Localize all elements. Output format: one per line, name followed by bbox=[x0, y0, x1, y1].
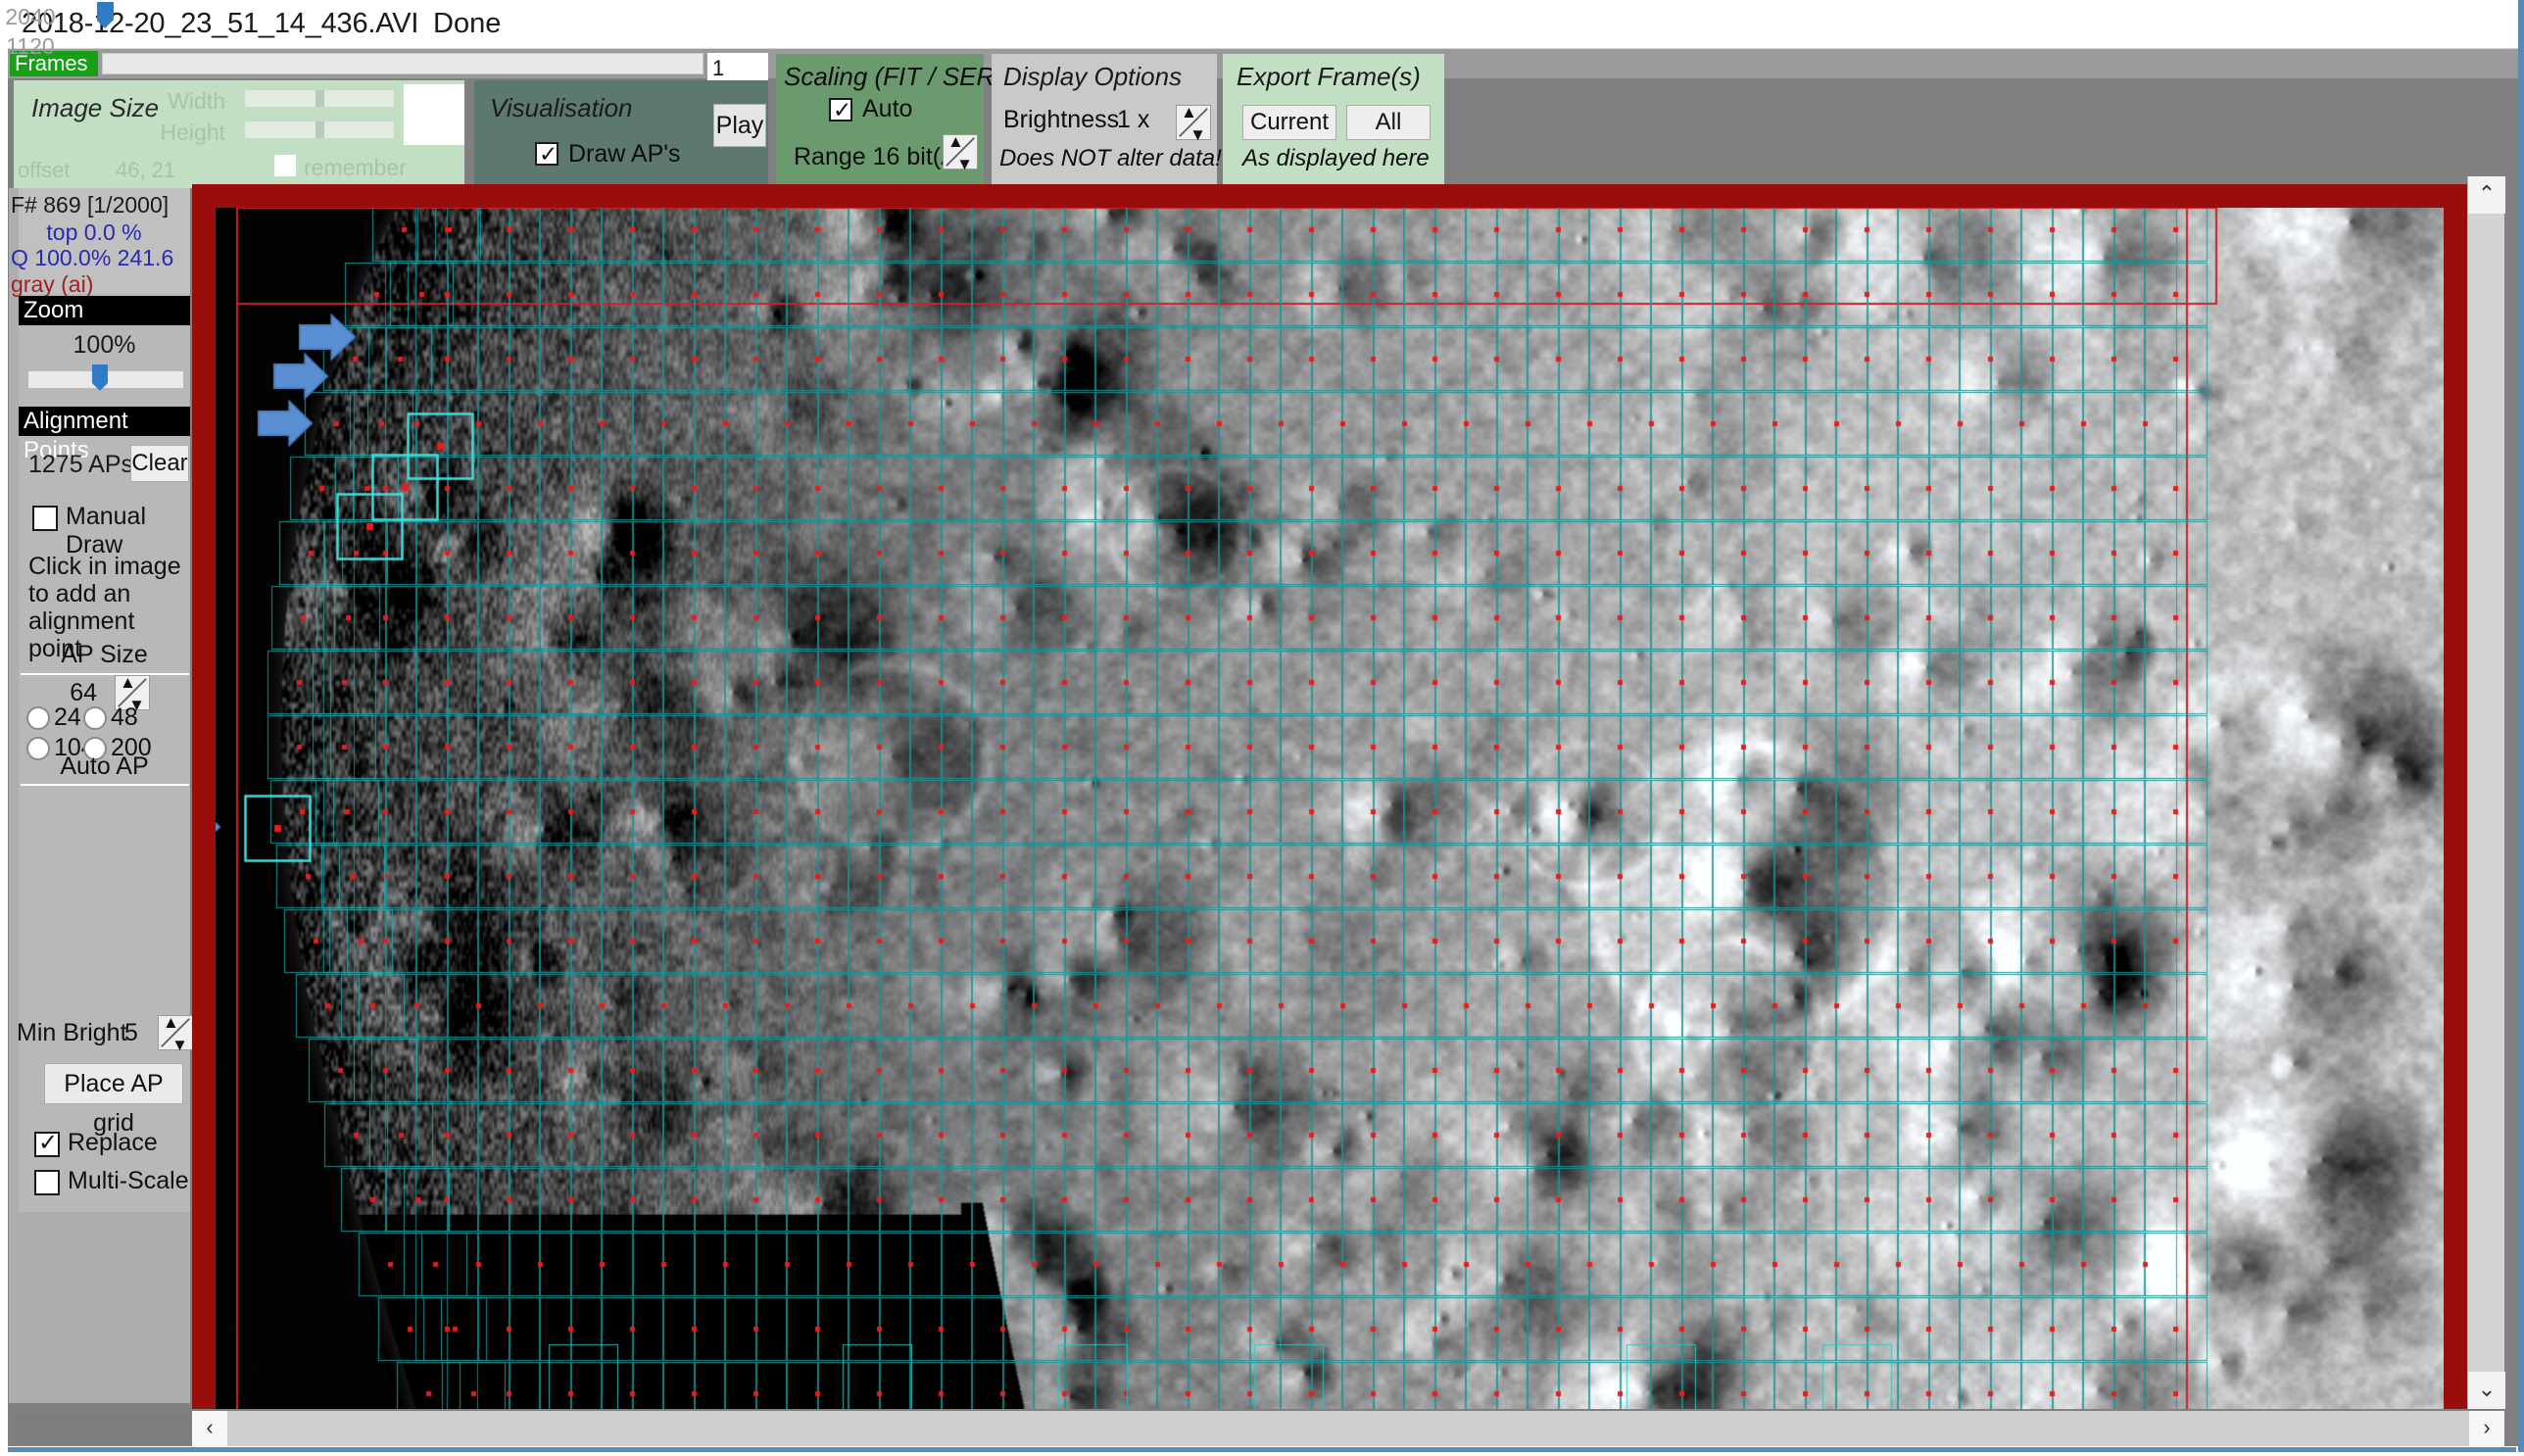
multi-scale-label: Multi-Scale bbox=[68, 1167, 189, 1194]
check-icon: ✓ bbox=[833, 97, 852, 122]
scroll-right-button[interactable]: › bbox=[2469, 1411, 2504, 1446]
replace-checkbox[interactable]: ✓ bbox=[34, 1130, 60, 1157]
left-sidebar: F# 869 [1/2000] top 0.0 % Q 100.0% 241.6… bbox=[9, 188, 193, 1403]
image-canvas-border bbox=[192, 184, 2467, 1409]
draw-aps-checkbox[interactable]: ✓ bbox=[535, 142, 558, 166]
window-left-edge bbox=[0, 0, 8, 1456]
manual-draw-label: Manual Draw bbox=[66, 503, 146, 558]
dimension-values-box bbox=[404, 84, 464, 145]
zoom-value: 100% bbox=[73, 331, 136, 359]
draw-aps-label: Draw AP's bbox=[568, 140, 681, 168]
scroll-up-button[interactable]: ⌃ bbox=[2468, 176, 2505, 214]
export-current-button[interactable]: Current bbox=[1242, 105, 1336, 140]
width-slider-knob bbox=[316, 90, 324, 107]
visualisation-title: Visualisation bbox=[490, 93, 633, 122]
title-bar: 2018-12-20_23_51_14_436.AVI Done bbox=[8, 0, 2518, 49]
frames-slider-track[interactable] bbox=[102, 53, 704, 74]
spinner-up-icon: ▲ bbox=[947, 132, 964, 151]
zoom-thumb-tip bbox=[92, 383, 108, 391]
height-value: 1120 bbox=[6, 33, 55, 59]
color-mode-info: gray (ai) bbox=[11, 271, 94, 297]
scrollbar-gutter bbox=[9, 1411, 192, 1446]
ap-count-label: 1275 APs bbox=[28, 451, 134, 478]
spinner-up-icon: ▲ bbox=[1181, 103, 1197, 121]
sidebar-left-strip bbox=[9, 188, 19, 1403]
spinner-down-icon: ▼ bbox=[171, 1036, 188, 1054]
zoom-slider-thumb[interactable] bbox=[92, 364, 108, 392]
brightness-label: Brightness bbox=[1003, 106, 1120, 133]
lunar-image-with-ap-grid[interactable] bbox=[216, 208, 2444, 1409]
ap-size-label: AP Size bbox=[61, 641, 148, 668]
offset-label: offset bbox=[18, 158, 71, 182]
min-bright-label: Min Bright bbox=[17, 1019, 127, 1046]
image-canvas-area[interactable] bbox=[216, 208, 2444, 1409]
frames-thumb-tip bbox=[97, 21, 113, 28]
min-bright-value: 5 bbox=[124, 1019, 138, 1046]
height-slider[interactable] bbox=[245, 121, 394, 138]
replace-label: Replace bbox=[68, 1129, 158, 1156]
multi-scale-checkbox[interactable] bbox=[34, 1170, 60, 1195]
range-spinner[interactable]: ▲ ▼ bbox=[943, 132, 978, 173]
spinner-down-icon: ▼ bbox=[1189, 125, 1206, 144]
ap-size-radio-48-label: 48 bbox=[111, 704, 138, 731]
export-all-button[interactable]: All bbox=[1346, 105, 1431, 140]
quality-info: Q 100.0% 241.6 bbox=[11, 245, 174, 270]
width-slider[interactable] bbox=[245, 90, 394, 107]
window-accent-right bbox=[2518, 0, 2524, 1452]
horizontal-scrollbar[interactable]: ‹ › bbox=[192, 1411, 2504, 1446]
manual-draw-checkbox[interactable] bbox=[32, 506, 58, 531]
alignment-points-header: Alignment Points bbox=[19, 407, 190, 463]
scaling-auto-checkbox[interactable]: ✓ bbox=[829, 98, 852, 121]
application-window: 2018-12-20_23_51_14_436.AVI Done Frames … bbox=[0, 0, 2524, 1456]
place-ap-grid-button[interactable]: Place AP grid bbox=[44, 1063, 183, 1137]
spinner-down-icon: ▼ bbox=[956, 155, 973, 173]
brightness-value: 1 x bbox=[1117, 106, 1150, 133]
ap-size-radio-48[interactable] bbox=[83, 706, 107, 730]
scaling-auto-label: Auto bbox=[862, 95, 913, 122]
remember-checkbox[interactable] bbox=[274, 155, 296, 176]
width-label: Width bbox=[168, 88, 225, 114]
ap-size-radio-24-label: 24 bbox=[54, 704, 81, 731]
zoom-section-header: Zoom bbox=[19, 296, 190, 325]
remember-label: remember bbox=[304, 155, 407, 180]
auto-ap-divider bbox=[21, 784, 189, 786]
display-options-note: Does NOT alter data! bbox=[999, 145, 1222, 171]
window-accent-bottom bbox=[8, 1447, 2516, 1452]
file-name-label: 2018-12-20_23_51_14_436.AVI bbox=[22, 8, 419, 39]
min-bright-spinner[interactable]: ▲ ▼ bbox=[158, 1013, 193, 1054]
status-label: Done bbox=[433, 8, 502, 39]
spinner-up-icon: ▲ bbox=[163, 1013, 179, 1032]
scroll-down-button[interactable]: ⌄ bbox=[2468, 1372, 2505, 1409]
frames-slider-thumb[interactable] bbox=[97, 2, 114, 28]
ap-size-radio-24[interactable] bbox=[26, 706, 50, 730]
offset-value: 46, 21 bbox=[116, 158, 176, 182]
height-slider-knob bbox=[316, 121, 324, 138]
display-options-title: Display Options bbox=[1003, 62, 1183, 91]
export-frames-title: Export Frame(s) bbox=[1237, 62, 1421, 91]
width-value: 2040 bbox=[5, 4, 56, 29]
ap-size-divider bbox=[21, 673, 189, 675]
play-button[interactable]: Play bbox=[713, 104, 766, 147]
frame-number-info: F# 869 [1/2000] bbox=[11, 192, 170, 218]
check-icon: ✓ bbox=[38, 1130, 59, 1156]
vertical-scrollbar[interactable]: ⌃ ⌄ bbox=[2467, 176, 2505, 1409]
sidebar-bottom-filler bbox=[19, 1212, 190, 1403]
scroll-left-button[interactable]: ‹ bbox=[192, 1411, 227, 1446]
top-percent-info: top 0.0 % bbox=[46, 219, 142, 245]
scrollbar-gutter-inner bbox=[17, 1413, 192, 1444]
horizontal-scroll-thumb[interactable] bbox=[227, 1411, 2432, 1446]
scaling-title: Scaling (FIT / SER) bbox=[784, 62, 1003, 91]
export-note: As displayed here bbox=[1242, 145, 1430, 171]
clear-aps-button[interactable]: Clear bbox=[130, 445, 189, 482]
spinner-up-icon: ▲ bbox=[120, 673, 136, 692]
auto-ap-label: Auto AP bbox=[60, 752, 149, 780]
scaling-range-label: Range 16 bit(A) bbox=[794, 143, 966, 170]
height-label: Height bbox=[160, 120, 225, 145]
frames-thumb-body bbox=[97, 2, 114, 21]
zoom-thumb-body bbox=[92, 364, 108, 383]
check-icon: ✓ bbox=[539, 141, 558, 167]
brightness-spinner[interactable]: ▲ ▼ bbox=[1176, 103, 1211, 144]
